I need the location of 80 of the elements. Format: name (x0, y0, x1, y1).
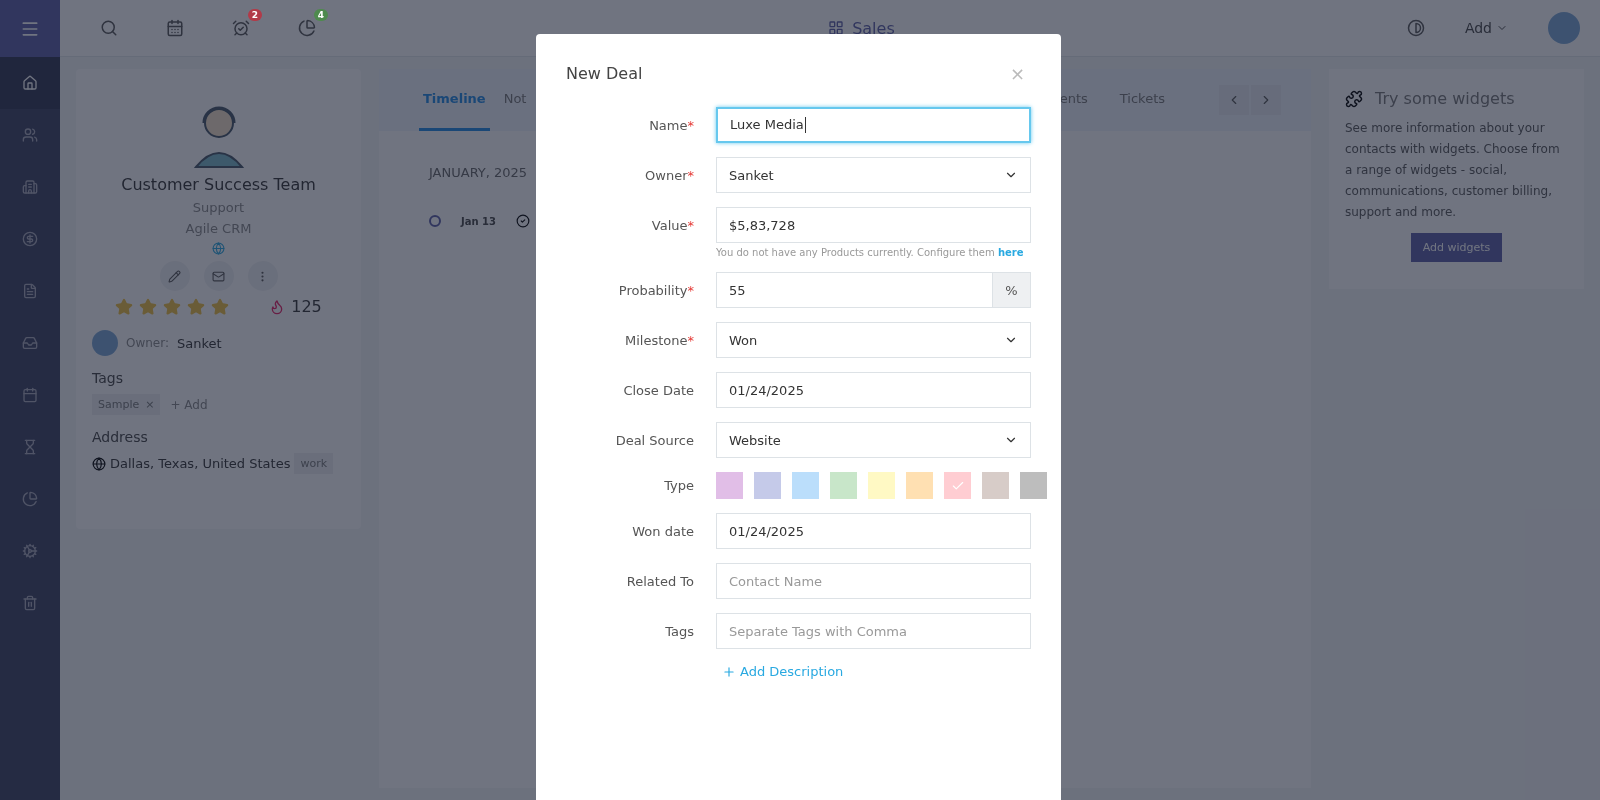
address-heading: Address (92, 429, 149, 445)
percent-addon: % (992, 273, 1030, 307)
alarm-icon[interactable] (232, 19, 250, 37)
color-swatch[interactable] (1020, 472, 1047, 499)
add-button[interactable]: Add (1458, 19, 1514, 37)
owner-name: Sanket (177, 335, 222, 351)
pencil-icon (168, 269, 181, 283)
input-field[interactable]: 01/24/2025 (716, 372, 1031, 408)
select-field[interactable]: Won (716, 322, 1031, 358)
star-icon[interactable] (163, 297, 182, 316)
next-button[interactable] (1251, 85, 1281, 115)
field-label: Probability* (617, 282, 694, 298)
color-swatch[interactable] (944, 472, 971, 499)
globe-icon[interactable] (212, 242, 225, 255)
field-label: Owner* (644, 167, 694, 183)
input-field[interactable]: 55 % (716, 272, 1031, 308)
widgets-text: See more information about your contacts with widgets. Choose from a range of widgets - social, communications, customer billing, support and more. (1345, 120, 1561, 221)
check-circle-icon (516, 214, 530, 228)
color-swatch[interactable] (868, 472, 895, 499)
select-field[interactable]: Sanket (716, 157, 1031, 193)
field-label: Tags (664, 623, 694, 639)
color-swatch[interactable] (906, 472, 933, 499)
field-label: Won date (631, 523, 694, 539)
plus-icon (722, 664, 736, 679)
star-icon[interactable] (187, 297, 206, 316)
owner-avatar (92, 330, 118, 356)
field-label: Deal Source (614, 432, 694, 448)
timeline-dot-icon (429, 215, 441, 227)
star-icon[interactable] (115, 297, 134, 316)
input-field[interactable]: 01/24/2025 (716, 513, 1031, 549)
lead-score: 125 (291, 297, 322, 316)
color-swatch[interactable] (754, 472, 781, 499)
input-field[interactable]: Contact Name (716, 563, 1031, 599)
close-button[interactable]: × (1003, 62, 1031, 85)
address-text: Dallas, Texas, United States (110, 456, 291, 471)
star-rating[interactable] (115, 297, 230, 316)
dialog-title: New Deal (566, 64, 643, 83)
field-label: Close Date (622, 382, 694, 398)
field-label: Type (663, 478, 694, 493)
timeline-month: JANUARY, 2025 (429, 165, 528, 180)
remove-tag[interactable]: × (145, 398, 155, 411)
contact-name: Customer Success Team (121, 175, 316, 194)
color-swatch[interactable] (982, 472, 1009, 499)
add-description-link[interactable]: Add Description (716, 663, 1031, 680)
field-label: Related To (625, 573, 694, 589)
color-swatch[interactable] (716, 472, 743, 499)
tags-heading: Tags (92, 370, 124, 386)
half-circle-icon[interactable] (1406, 19, 1425, 37)
field-label: Value* (650, 217, 694, 233)
search-icon[interactable] (100, 19, 118, 37)
page-title: Sales (852, 18, 895, 38)
tab[interactable]: Timeline (419, 69, 490, 131)
puzzle-icon (1345, 89, 1363, 108)
edit-button[interactable] (159, 261, 190, 291)
more-button[interactable] (247, 261, 278, 291)
email-button[interactable] (203, 261, 234, 291)
color-swatch[interactable] (792, 472, 819, 499)
count-badge: 2 (247, 9, 262, 21)
calendar-icon[interactable] (166, 19, 184, 37)
mail-icon (212, 269, 225, 283)
field-label: Name* (648, 117, 694, 133)
color-swatch[interactable] (830, 472, 857, 499)
select-field[interactable]: Website (716, 422, 1031, 458)
star-icon[interactable] (211, 297, 230, 316)
timeline-date: Jan 13 (461, 215, 496, 227)
grid-icon (828, 20, 845, 36)
star-icon[interactable] (139, 297, 158, 316)
globe-icon (92, 456, 106, 471)
help-text: You do not have any Products currently. Configure them here (716, 247, 1025, 258)
avatar[interactable] (1548, 12, 1580, 44)
field-label: Milestone* (624, 332, 694, 348)
home-icon[interactable] (0, 57, 60, 109)
input-field[interactable]: $5,83,728 (716, 207, 1031, 243)
previous-button[interactable] (1219, 85, 1249, 115)
count-badge: 4 (313, 9, 328, 21)
input-field[interactable]: Separate Tags with Comma (716, 613, 1031, 649)
input-field[interactable]: Luxe Media (716, 107, 1031, 143)
pie-icon[interactable] (298, 19, 316, 37)
configure-link[interactable]: here (997, 247, 1024, 258)
menu-button[interactable] (0, 0, 60, 57)
